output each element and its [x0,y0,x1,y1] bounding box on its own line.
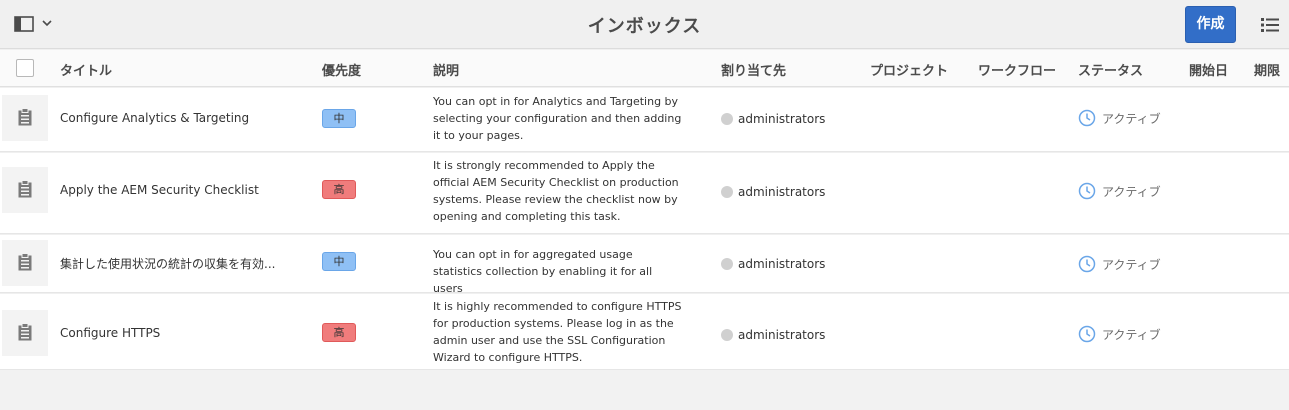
status-text: アクティブ [1102,185,1161,199]
column-header-description[interactable]: 説明 [433,60,459,79]
avatar [721,113,733,125]
column-header-due-date[interactable]: 期限 [1254,60,1280,79]
assignee-name: administrators [738,185,826,199]
priority-badge: 高 [322,323,356,342]
top-bar: インボックス 作成 [0,0,1289,49]
view-toggle-button[interactable] [1261,17,1279,33]
clock-icon [1078,109,1096,127]
task-description: You can opt in for Analytics and Targeti… [433,95,682,142]
status: アクティブ [1078,255,1161,273]
select-all-checkbox[interactable] [16,59,34,77]
create-button[interactable]: 作成 [1185,6,1236,43]
column-header-status[interactable]: ステータス [1078,60,1143,79]
task-title: Configure HTTPS [60,326,161,340]
clipboard-icon [18,180,32,198]
task-title: Configure Analytics & Targeting [60,111,250,125]
assignee-name: administrators [738,112,826,126]
clock-icon [1078,255,1096,273]
column-header-start-date[interactable]: 開始日 [1189,60,1228,79]
status-text: アクティブ [1102,112,1161,126]
clock-icon [1078,325,1096,343]
list-view-icon [1261,18,1279,32]
task-description: You can opt in for aggregated usage stat… [433,248,653,295]
assignee-name: administrators [738,328,826,342]
priority-badge: 高 [322,180,356,199]
clipboard-icon [18,323,32,341]
task-thumbnail [2,95,48,141]
task-title: Apply the AEM Security Checklist [60,183,259,197]
clipboard-icon [18,108,32,126]
table-header: タイトル 優先度 説明 割り当て先 プロジェクト ワークフロー ステータス 開始… [0,50,1289,87]
column-header-title[interactable]: タイトル [60,60,112,79]
status-text: アクティブ [1102,328,1161,342]
avatar [721,329,733,341]
clock-icon [1078,182,1096,200]
table-row[interactable]: Configure Analytics & Targeting 中 You ca… [0,88,1289,152]
status: アクティブ [1078,109,1161,127]
avatar [721,258,733,270]
column-header-priority[interactable]: 優先度 [322,60,361,79]
empty-list-area [0,370,1289,410]
page-title: インボックス [587,16,702,37]
task-description: It is strongly recommended to Apply the … [433,159,679,223]
assignee: administrators [721,328,825,342]
status-text: アクティブ [1102,258,1161,272]
table-row[interactable]: Apply the AEM Security Checklist 高 It is… [0,153,1289,234]
chevron-down-icon [42,20,52,27]
task-description: It is highly recommended to configure HT… [433,300,682,364]
task-thumbnail [2,240,48,286]
task-thumbnail [2,167,48,213]
task-title: 集計した使用状況の統計の収集を有効... [60,257,276,271]
assignee: administrators [721,112,825,126]
column-header-assignee[interactable]: 割り当て先 [721,60,786,79]
status: アクティブ [1078,325,1161,343]
rail-icon [14,16,34,32]
table-row[interactable]: Configure HTTPS 高 It is highly recommend… [0,294,1289,370]
clipboard-icon [18,253,32,271]
rail-toggle-button[interactable] [14,16,56,36]
priority-badge: 中 [322,252,356,271]
assignee: administrators [721,185,825,199]
status: アクティブ [1078,182,1161,200]
priority-badge: 中 [322,109,356,128]
table-row[interactable]: 集計した使用状況の統計の収集を有効... 中 You can opt in fo… [0,235,1289,295]
task-thumbnail [2,310,48,356]
avatar [721,186,733,198]
column-header-project[interactable]: プロジェクト [870,60,948,79]
assignee-name: administrators [738,257,826,271]
assignee: administrators [721,257,825,271]
column-header-workflow[interactable]: ワークフロー [978,60,1056,79]
